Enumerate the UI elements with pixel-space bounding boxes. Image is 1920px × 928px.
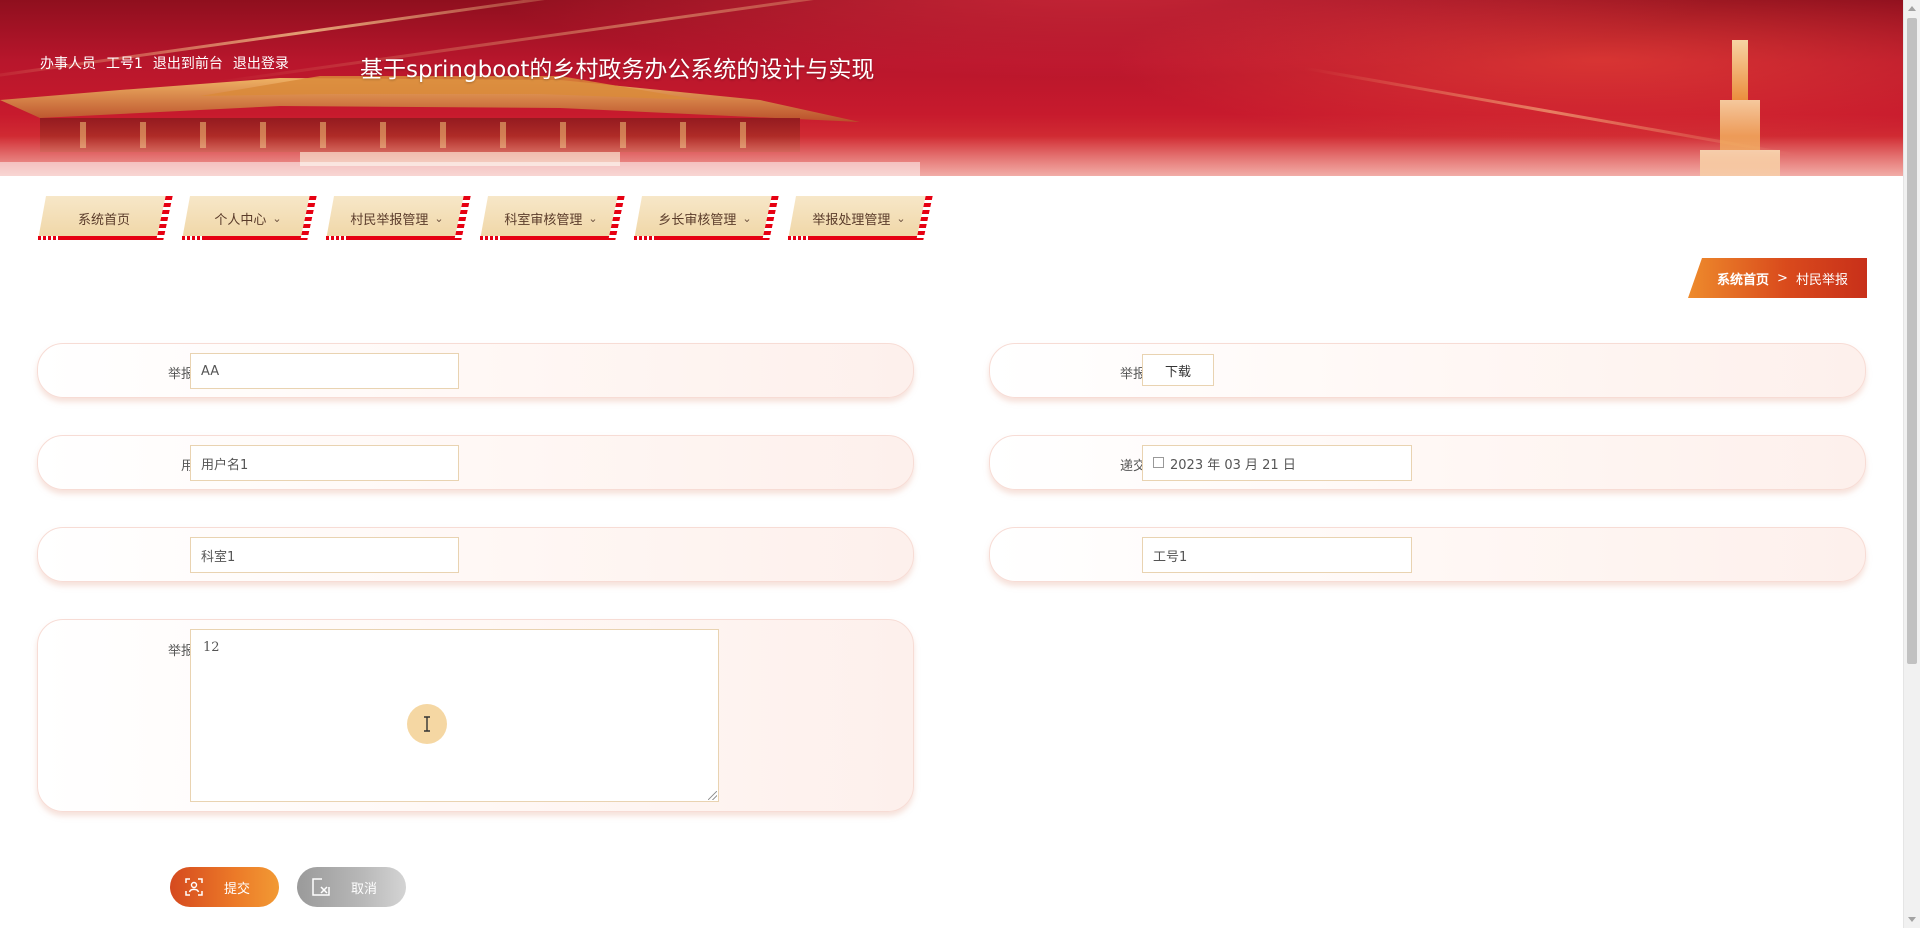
- nav-item-label: 科室审核管理: [504, 212, 583, 228]
- nav-item-label: 举报处理管理: [812, 212, 891, 228]
- department-input[interactable]: 科室1: [190, 537, 459, 573]
- scroll-thumb[interactable]: [1907, 18, 1917, 664]
- username-row: 用户名 用户名1: [37, 435, 914, 490]
- cancel-button[interactable]: 取消: [297, 867, 406, 907]
- calendar-icon: [1153, 456, 1164, 468]
- nav-item-report-handling[interactable]: 举报处理管理 ⌄: [788, 196, 933, 240]
- header-banner: 办事人员 工号1 退出到前台 退出登录 基于springboot的乡村政务办公系…: [0, 0, 1903, 176]
- chevron-down-icon: ⌄: [588, 211, 598, 225]
- report-content-textarea[interactable]: 12: [190, 629, 719, 802]
- nav-item-label: 村民举报管理: [350, 212, 429, 228]
- employee-id-input[interactable]: 工号1: [1142, 537, 1412, 573]
- breadcrumb-home[interactable]: 系统首页: [1717, 269, 1769, 288]
- submit-button[interactable]: 提交: [170, 867, 279, 907]
- nav-item-personal-center[interactable]: 个人中心 ⌄: [182, 196, 317, 240]
- nav-item-township-review[interactable]: 乡长审核管理 ⌄: [634, 196, 779, 240]
- resize-grip-icon[interactable]: [708, 791, 717, 800]
- user-role: 办事人员: [40, 56, 96, 72]
- chevron-down-icon: ⌄: [896, 211, 906, 225]
- chevron-down-icon: ⌄: [742, 211, 752, 225]
- download-button[interactable]: 下载: [1142, 354, 1214, 386]
- submit-date-row: 递交日期 2023 年 03 月 21 日: [989, 435, 1866, 490]
- logout-link[interactable]: 退出登录: [233, 53, 289, 73]
- submit-date-value: 2023 年 03 月 21 日: [1170, 457, 1296, 473]
- nav-item-label: 个人中心: [214, 212, 267, 228]
- back-to-front-link[interactable]: 退出到前台: [153, 53, 223, 73]
- scroll-up-icon[interactable]: [1908, 6, 1916, 11]
- nav-item-department-review[interactable]: 科室审核管理 ⌄: [480, 196, 625, 240]
- site-title: 基于springboot的乡村政务办公系统的设计与实现: [360, 57, 875, 83]
- nav-item-home[interactable]: 系统首页: [38, 196, 173, 240]
- text-cursor-icon: [407, 704, 447, 744]
- user-account: 工号1: [106, 56, 143, 72]
- submit-date-input[interactable]: 2023 年 03 月 21 日: [1142, 445, 1412, 481]
- breadcrumb: 系统首页 > 村民举报: [1688, 258, 1867, 298]
- scan-user-icon: [176, 878, 212, 896]
- breadcrumb-separator: >: [1777, 270, 1788, 286]
- nav-item-label: 系统首页: [77, 212, 130, 228]
- cancel-label: 取消: [351, 881, 378, 897]
- submit-label: 提交: [224, 881, 251, 897]
- report-file-row: 举报文件 下载: [989, 343, 1866, 398]
- nav-item-villager-report[interactable]: 村民举报管理 ⌄: [326, 196, 471, 240]
- header-user-links: 办事人员 工号1 退出到前台 退出登录: [40, 53, 289, 73]
- vertical-scrollbar[interactable]: [1903, 0, 1920, 928]
- banner-haze: [0, 136, 1903, 176]
- username-input[interactable]: 用户名1: [190, 445, 459, 481]
- department-row: 科室 科室1: [37, 527, 914, 582]
- report-content-row: 举报内容 12: [37, 619, 914, 812]
- chevron-down-icon: ⌄: [272, 211, 282, 225]
- report-content-value: 12: [203, 640, 220, 655]
- scroll-down-icon[interactable]: [1908, 917, 1916, 922]
- main-nav: 系统首页 个人中心 ⌄ 村民举报管理 ⌄ 科室审核管理 ⌄ 乡长审核管理 ⌄ 举报处理管…: [38, 196, 933, 240]
- report-name-row: 举报名称 AA: [37, 343, 914, 398]
- breadcrumb-current: 村民举报: [1795, 272, 1848, 288]
- nav-item-label: 乡长审核管理: [658, 212, 737, 228]
- report-name-input[interactable]: AA: [190, 353, 459, 389]
- employee-id-row: 工号 工号1: [989, 527, 1866, 582]
- close-square-icon: [303, 878, 339, 896]
- chevron-down-icon: ⌄: [434, 211, 444, 225]
